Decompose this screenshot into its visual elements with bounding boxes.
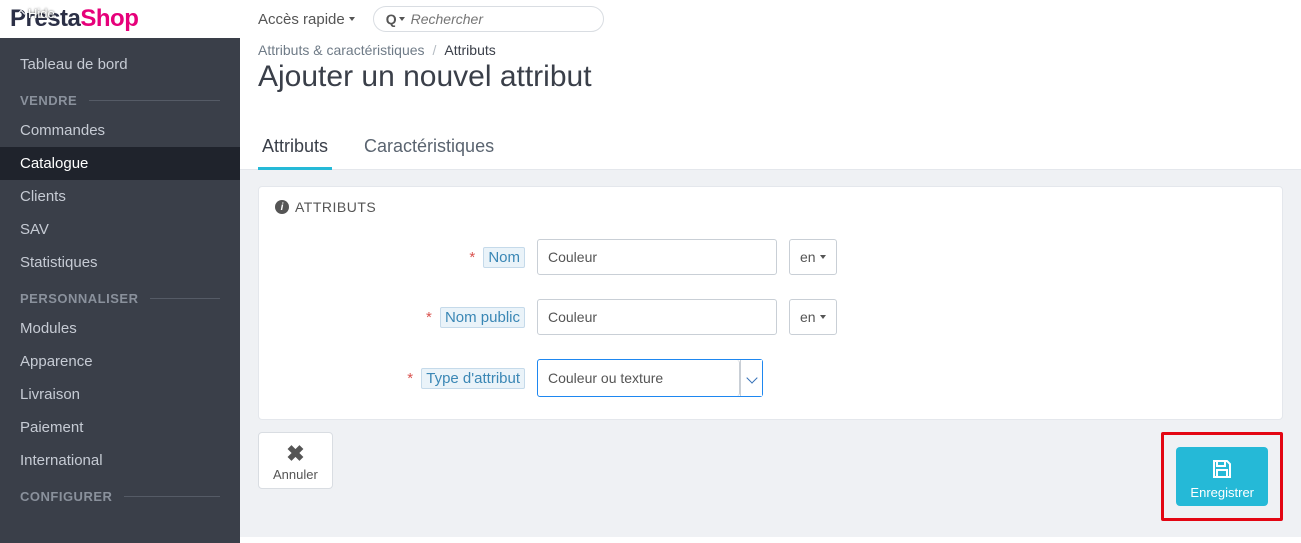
caret-down-icon xyxy=(820,315,826,319)
quick-access-dropdown[interactable]: Accès rapide xyxy=(258,11,355,28)
form-row-type: * Type d'attribut Couleur ou texture xyxy=(259,347,1282,419)
sidebar-item-modules[interactable]: Modules xyxy=(0,312,240,345)
footer-buttons: ✖ Annuler Enregistrer xyxy=(258,432,1283,521)
panel-heading: i ATTRIBUTS xyxy=(259,187,1282,227)
select-attribute-type[interactable]: Couleur ou texture xyxy=(538,360,740,396)
search-box[interactable]: Q xyxy=(373,6,604,32)
sidebar-heading-sell: VENDRE xyxy=(0,81,240,114)
page-header: Attributs & caractéristiques / Attributs… xyxy=(240,38,1301,108)
quick-access-label: Accès rapide xyxy=(258,11,345,28)
sidebar-item-payment[interactable]: Paiement xyxy=(0,411,240,444)
topbar: Accès rapide Q xyxy=(240,0,1301,38)
sidebar-item-sav[interactable]: SAV xyxy=(0,213,240,246)
panel-heading-title: ATTRIBUTS xyxy=(295,199,376,215)
label-name: * Nom xyxy=(275,247,525,268)
sidebar-item-stats[interactable]: Statistiques xyxy=(0,246,240,279)
close-icon: ✖ xyxy=(273,443,318,465)
main-content: Accès rapide Q Attributs & caractéristiq… xyxy=(240,0,1301,537)
sidebar-item-appearance[interactable]: Apparence xyxy=(0,345,240,378)
save-label: Enregistrer xyxy=(1190,485,1254,500)
tab-attributes[interactable]: Attributs xyxy=(258,126,332,170)
sidebar-item-catalogue[interactable]: Catalogue xyxy=(0,147,240,180)
required-marker: * xyxy=(407,370,413,387)
caret-down-icon xyxy=(399,17,405,21)
label-type: * Type d'attribut xyxy=(275,368,525,389)
tabs: Attributs Caractéristiques xyxy=(240,126,1301,170)
sidebar-item-international[interactable]: International xyxy=(0,444,240,477)
form-row-public-name: * Nom public en xyxy=(259,287,1282,347)
label-public-name-text: Nom public xyxy=(440,307,525,328)
breadcrumb-current: Attributs xyxy=(444,42,495,58)
panel-attributes: i ATTRIBUTS * Nom en * xyxy=(258,186,1283,420)
form-row-name: * Nom en xyxy=(259,227,1282,287)
caret-down-icon xyxy=(820,255,826,259)
panel-area: i ATTRIBUTS * Nom en * xyxy=(240,170,1301,537)
tab-features[interactable]: Caractéristiques xyxy=(360,126,498,170)
sidebar-item-dashboard[interactable]: Tableau de bord xyxy=(0,48,240,81)
breadcrumb-separator: / xyxy=(433,42,437,58)
sidebar-heading-personalize: PERSONNALISER xyxy=(0,279,240,312)
breadcrumb-parent[interactable]: Attributs & caractéristiques xyxy=(258,42,425,58)
floppy-disk-icon xyxy=(1210,457,1234,481)
required-marker: * xyxy=(469,249,475,266)
label-public-name: * Nom public xyxy=(275,307,525,328)
hide-label: Hide xyxy=(28,6,55,21)
cancel-button[interactable]: ✖ Annuler xyxy=(258,432,333,489)
sidebar: Hide PrestaShop Tableau de bord VENDRE C… xyxy=(0,0,240,543)
save-button[interactable]: Enregistrer xyxy=(1176,447,1268,506)
input-public-name[interactable] xyxy=(537,299,777,335)
lang-selector-name[interactable]: en xyxy=(789,239,837,275)
breadcrumb: Attributs & caractéristiques / Attributs xyxy=(258,42,1283,58)
lang-selector-public-name[interactable]: en xyxy=(789,299,837,335)
logo-area: Hide PrestaShop xyxy=(0,0,240,38)
caret-down-icon xyxy=(349,17,355,21)
search-icon: Q xyxy=(386,11,405,27)
info-icon: i xyxy=(275,200,289,214)
select-arrow[interactable] xyxy=(740,360,762,396)
save-highlight-box: Enregistrer xyxy=(1161,432,1283,521)
label-name-text: Nom xyxy=(483,247,525,268)
search-input[interactable] xyxy=(411,11,591,27)
page-title: Ajouter un nouvel attribut xyxy=(258,60,1283,94)
chevron-down-icon xyxy=(746,372,757,383)
label-type-text: Type d'attribut xyxy=(421,368,525,389)
sidebar-item-delivery[interactable]: Livraison xyxy=(0,378,240,411)
sidebar-heading-configure: CONFIGURER xyxy=(0,477,240,510)
hide-sidebar-toggle[interactable]: Hide xyxy=(18,6,55,21)
sidebar-item-orders[interactable]: Commandes xyxy=(0,114,240,147)
required-marker: * xyxy=(426,309,432,326)
sidebar-item-clients[interactable]: Clients xyxy=(0,180,240,213)
input-name[interactable] xyxy=(537,239,777,275)
cancel-label: Annuler xyxy=(273,467,318,482)
chevron-up-icon xyxy=(17,9,25,17)
